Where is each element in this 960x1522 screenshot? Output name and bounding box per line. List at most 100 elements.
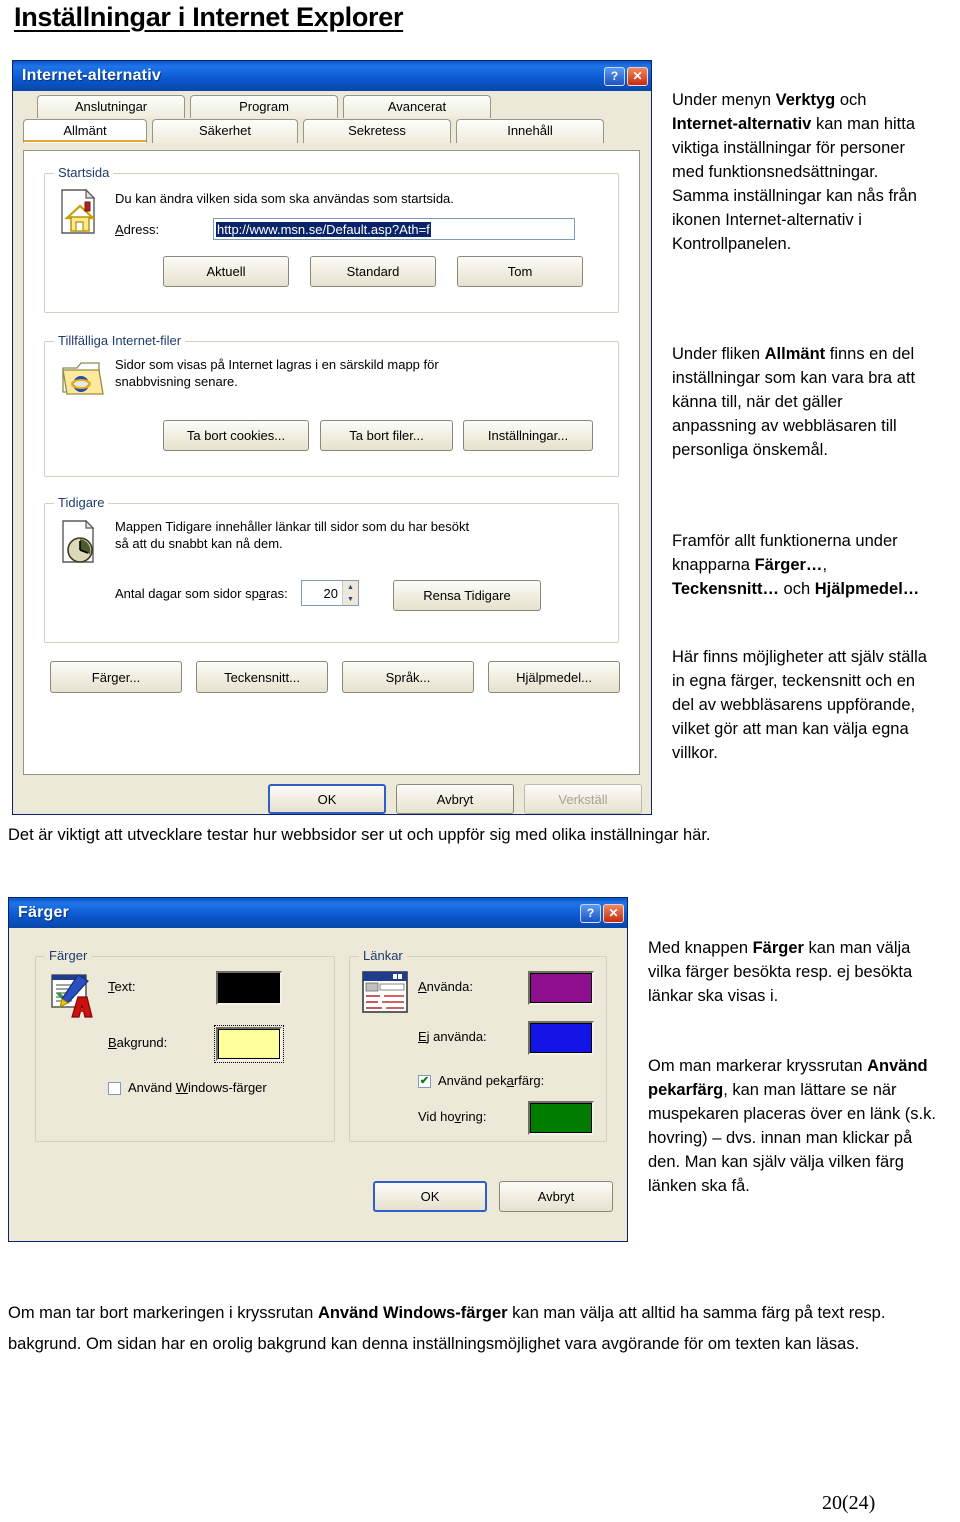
- group-temp-files: Tillfälliga Internet-filer Sidor som vis…: [44, 333, 619, 477]
- close-icon[interactable]: ✕: [603, 903, 624, 923]
- tab-sekretess[interactable]: Sekretess: [303, 119, 451, 143]
- prose-paragraph-4: Här finns möjligheter att själv ställa i…: [672, 648, 927, 762]
- p3-text-c: ,: [822, 556, 828, 574]
- colors-titlebar: Färger ? ✕: [9, 898, 627, 928]
- p2-text-a: Under fliken: [672, 345, 765, 363]
- delete-cookies-button[interactable]: Ta bort cookies...: [163, 420, 309, 451]
- languages-button[interactable]: Språk...: [342, 661, 474, 693]
- tabstrip: Anslutningar Program Avancerat Allmänt S…: [23, 95, 641, 143]
- p7-text-a: Om man tar bort markeringen i kryssrutan: [8, 1304, 318, 1322]
- use-windows-colors-checkbox[interactable]: [108, 1082, 121, 1095]
- group-startsida-legend: Startsida: [54, 165, 114, 180]
- clear-history-button[interactable]: Rensa Tidigare: [393, 580, 541, 611]
- delete-files-button[interactable]: Ta bort filer...: [320, 420, 453, 451]
- p6-text-a: Om man markerar kryssrutan: [648, 1057, 868, 1075]
- visited-links-swatch[interactable]: [528, 971, 594, 1005]
- prose-paragraph-3: Framför allt funktionerna under knapparn…: [672, 529, 930, 601]
- text-color-fill: [218, 973, 280, 1003]
- prose-paragraph-6: Om man markerar kryssrutan Använd pekarf…: [648, 1054, 946, 1198]
- p1-bold-verktyg: Verktyg: [775, 91, 836, 109]
- p5-bold-farger: Färger: [752, 939, 804, 957]
- text-color-label-rest: ext:: [114, 979, 136, 994]
- tab-row-1: Anslutningar Program Avancerat: [23, 95, 641, 118]
- group-colors-legend: Färger: [45, 948, 92, 963]
- visited-links-label: Använda:: [418, 979, 473, 994]
- tab-program[interactable]: Program: [190, 95, 338, 118]
- p3-text-d: och: [778, 580, 815, 598]
- accessibility-button[interactable]: Hjälpmedel...: [488, 661, 620, 693]
- hover-color-label: Vid hovring:: [418, 1109, 487, 1124]
- history-description-line2: så att du snabbt kan nå dem.: [115, 536, 283, 551]
- address-input[interactable]: http://www.msn.se/Default.asp?Ath=f: [213, 218, 575, 240]
- colors-ok-button[interactable]: OK: [373, 1181, 487, 1212]
- links-page-icon: [362, 971, 408, 1013]
- group-temp-files-legend: Tillfälliga Internet-filer: [54, 333, 186, 348]
- colors-dialog: Färger ? ✕ Färger Text: Bakgrund: Använd…: [8, 897, 628, 1242]
- temp-files-description-line2: snabbvisning senare.: [115, 374, 238, 389]
- tab-anslutningar[interactable]: Anslutningar: [37, 95, 185, 118]
- p1-text-a: Under menyn: [672, 91, 776, 109]
- p3-bold-teckensnitt: Teckensnitt…: [672, 580, 779, 598]
- colors-cancel-button[interactable]: Avbryt: [499, 1181, 613, 1212]
- use-hover-color-checkbox[interactable]: ✔: [418, 1075, 431, 1088]
- prose-paragraph-1: Under menyn Verktyg och Internet-alterna…: [672, 88, 930, 256]
- fonts-button[interactable]: Teckensnitt...: [196, 661, 328, 693]
- help-icon[interactable]: ?: [580, 903, 601, 923]
- visited-links-fill: [530, 973, 592, 1003]
- prose-paragraph-2: Under fliken Allmänt finns en del instäl…: [672, 342, 930, 462]
- unvisited-links-fill: [530, 1023, 592, 1053]
- history-days-label-text: Antal dagar som sidor sp: [115, 586, 259, 601]
- stepper-arrows[interactable]: ▲ ▼: [342, 581, 358, 605]
- uhc-post: rfärg:: [513, 1073, 545, 1088]
- group-history-legend: Tidigare: [54, 495, 109, 510]
- history-days-value: 20: [323, 585, 338, 601]
- background-color-swatch[interactable]: [214, 1025, 284, 1063]
- close-icon[interactable]: ✕: [627, 66, 648, 86]
- unvisited-links-label: Ej använda:: [418, 1029, 487, 1044]
- hover-color-fill: [530, 1103, 592, 1133]
- background-color-label-rest: akgrund:: [116, 1035, 168, 1050]
- temp-files-settings-button[interactable]: Inställningar...: [463, 420, 593, 451]
- colors-button[interactable]: Färger...: [50, 661, 182, 693]
- background-color-label: Bakgrund:: [108, 1035, 168, 1050]
- use-hover-color-label: Använd pekarfärg:: [438, 1073, 545, 1088]
- aktuell-button[interactable]: Aktuell: [163, 256, 289, 287]
- colors-title: Färger: [18, 904, 69, 921]
- uwc-post: indows-färger: [187, 1080, 267, 1095]
- group-links: Länkar Använda: Ej använda: ✔ Använd pek…: [349, 948, 607, 1142]
- history-days-stepper[interactable]: 20 ▲ ▼: [301, 580, 359, 606]
- p1-bold-internet-alternativ: Internet-alternativ: [672, 115, 812, 133]
- stepper-down-icon[interactable]: ▼: [343, 593, 358, 605]
- temp-files-description-line1: Sidor som visas på Internet lagras i en …: [115, 357, 439, 372]
- tab-row-2: Allmänt Säkerhet Sekretess Innehåll: [23, 119, 641, 143]
- internet-options-ok-button[interactable]: OK: [268, 784, 386, 814]
- group-history: Tidigare Mappen Tidigare innehåller länk…: [44, 495, 619, 643]
- address-label: Adress:: [115, 222, 160, 237]
- internet-options-cancel-button[interactable]: Avbryt: [396, 784, 514, 814]
- text-color-swatch[interactable]: [216, 971, 282, 1005]
- p3-bold-farger: Färger…: [754, 556, 823, 574]
- home-page-icon: [61, 188, 96, 234]
- colors-pen-icon: [51, 974, 93, 1018]
- tab-avancerat[interactable]: Avancerat: [343, 95, 491, 118]
- p1-text-c: och: [835, 91, 867, 109]
- tab-sakerhet[interactable]: Säkerhet: [152, 119, 298, 143]
- tom-button[interactable]: Tom: [457, 256, 583, 287]
- stepper-up-icon[interactable]: ▲: [343, 581, 358, 593]
- fullwidth-note-1: Det är viktigt att utvecklare testar hur…: [8, 826, 711, 844]
- p5-text-a: Med knappen: [648, 939, 753, 957]
- text-color-label: Text:: [108, 979, 136, 994]
- tab-innehall[interactable]: Innehåll: [456, 119, 604, 143]
- tab-allmant[interactable]: Allmänt: [23, 119, 147, 143]
- hover-color-swatch[interactable]: [528, 1101, 594, 1135]
- standard-button[interactable]: Standard: [310, 256, 436, 287]
- help-icon[interactable]: ?: [604, 66, 625, 86]
- internet-options-apply-button: Verkställ: [524, 784, 642, 814]
- p3-bold-hjalpmedel: Hjälpmedel…: [814, 580, 920, 598]
- internet-options-titlebar: Internet-alternativ ? ✕: [13, 61, 651, 91]
- unvisited-links-swatch[interactable]: [528, 1021, 594, 1055]
- unvisited-links-label-rest: j använda:: [426, 1029, 487, 1044]
- p2-bold-allmant: Allmänt: [764, 345, 826, 363]
- visited-links-label-rest: nvända:: [426, 979, 473, 994]
- p1-text-d: kan man hitta viktiga inställningar för …: [672, 115, 917, 253]
